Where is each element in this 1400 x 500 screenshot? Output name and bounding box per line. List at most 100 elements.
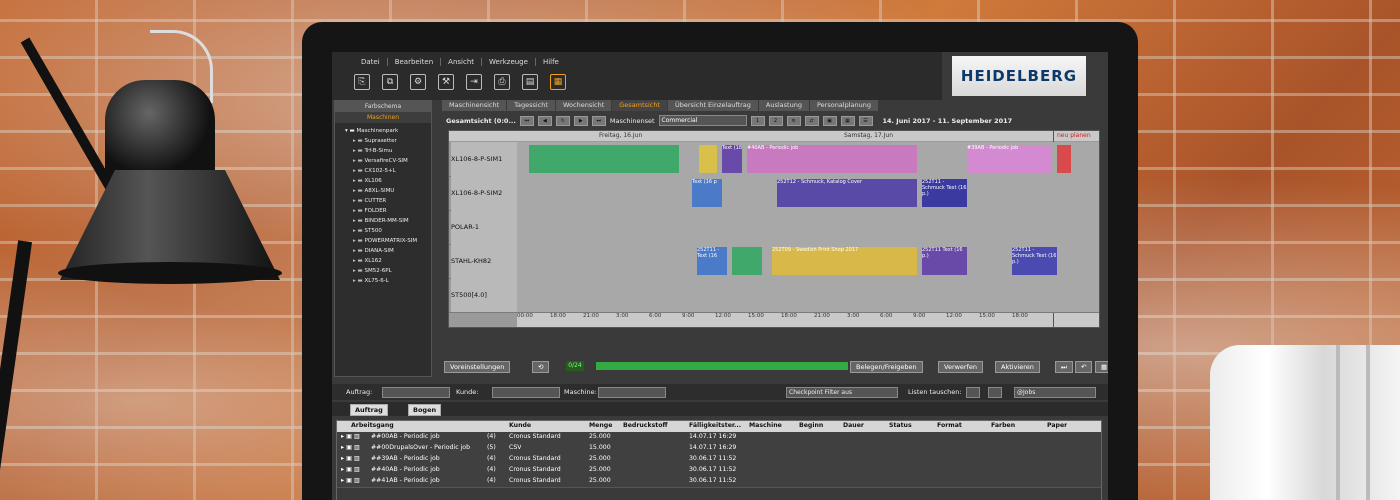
menu-bearbeiten[interactable]: Bearbeiten xyxy=(388,58,442,66)
tree-item-diana-sim[interactable]: DIANA-SIM xyxy=(345,246,431,256)
undo-button[interactable]: ↶ xyxy=(1075,361,1093,373)
job-bar[interactable]: 252T09 - Swedish Print Shop 2017 xyxy=(772,247,917,275)
tree-item-xl75-6-l[interactable]: XL75-6-L xyxy=(345,276,431,286)
job-bar[interactable]: #40AB - Periodic job xyxy=(747,145,917,173)
job-bar[interactable]: #39AB - Periodic job xyxy=(967,145,1052,173)
tab--bersicht-einzelauftrag[interactable]: Übersicht Einzelauftrag xyxy=(668,100,758,111)
maschine-input[interactable] xyxy=(598,387,666,398)
calculator-icon[interactable]: ▦ xyxy=(550,74,566,90)
expand-icon[interactable]: ▸ ▣ ▥ xyxy=(341,466,360,473)
tree-root[interactable]: ▾ ▬ Maschinenpark xyxy=(345,126,431,136)
column-header-11[interactable]: Paper xyxy=(1047,422,1067,429)
job-bar[interactable]: 252T11 Text (16 p.) xyxy=(922,247,967,275)
list-icon[interactable]: ≡ xyxy=(786,115,801,126)
tree-item-powermatrix-sim[interactable]: POWERMATRIX-SIM xyxy=(345,236,431,246)
tree-item-cx102-5+l[interactable]: CX102-5+L xyxy=(345,166,431,176)
tree-item-st500[interactable]: ST500 xyxy=(345,226,431,236)
grid-icon[interactable]: ▦ xyxy=(840,115,855,126)
verwerfen-button[interactable]: Verwerfen xyxy=(938,361,984,373)
tree-item-sm52-6pl[interactable]: SM52-6PL xyxy=(345,266,431,276)
document-icon[interactable]: ▤ xyxy=(522,74,538,90)
network-icon[interactable]: ⇄ xyxy=(804,115,819,126)
swap-list-icon[interactable] xyxy=(966,387,980,398)
tree-item-cutter[interactable]: CUTTER xyxy=(345,196,431,206)
aktivieren-button[interactable]: Aktivieren xyxy=(995,361,1040,373)
checkpoint-filter-select[interactable]: Checkpoint Filter aus xyxy=(786,387,898,398)
jobs-select[interactable]: @Jobs xyxy=(1014,387,1096,398)
menu-hilfe[interactable]: Hilfe xyxy=(536,58,566,66)
tab-maschinensicht[interactable]: Maschinensicht xyxy=(442,100,507,111)
job-bar[interactable] xyxy=(699,145,717,173)
menu-ansicht[interactable]: Ansicht xyxy=(441,58,483,66)
refresh-button[interactable]: ↻ xyxy=(555,115,570,126)
job-bar[interactable] xyxy=(1057,145,1071,173)
tab-wochensicht[interactable]: Wochensicht xyxy=(555,100,612,111)
expand-icon[interactable]: ▸ ▣ ▥ xyxy=(341,444,360,451)
column-header-5[interactable]: Maschine xyxy=(749,422,782,429)
zoom-2-button[interactable]: 2 xyxy=(768,115,783,126)
column-header-3[interactable]: Bedruckstoff xyxy=(623,422,668,429)
voreinstellungen-button[interactable]: Voreinstellungen xyxy=(444,361,511,373)
tab-auslastung[interactable]: Auslastung xyxy=(758,100,809,111)
column-header-0[interactable]: Arbeitsgang xyxy=(351,422,394,429)
menu-werkzeuge[interactable]: Werkzeuge xyxy=(482,58,536,66)
expand-icon[interactable]: ▸ ▣ ▥ xyxy=(341,433,360,440)
tree-item-suprasetter[interactable]: Suprasetter xyxy=(345,136,431,146)
expand-icon[interactable]: ▸ ▣ ▥ xyxy=(341,455,360,462)
tree-item-xl106[interactable]: XL106 xyxy=(345,176,431,186)
new-icon[interactable]: ⎘ xyxy=(354,74,370,90)
column-header-7[interactable]: Dauer xyxy=(843,422,864,429)
tab-personalplanung[interactable]: Personalplanung xyxy=(809,100,878,111)
maschinen-tab[interactable]: Maschinen xyxy=(335,112,431,123)
expand-icon[interactable]: ▸ ▣ ▥ xyxy=(341,477,360,484)
table-row[interactable]: ▸ ▣ ▥ ##41AB - Periodic job (4) Cronus Stan… xyxy=(337,476,1101,488)
tree-item-binder-mm-sim[interactable]: BINDER-MM-SIM xyxy=(345,216,431,226)
job-bar[interactable] xyxy=(732,247,762,275)
sync-button[interactable]: ⟲ xyxy=(532,361,550,373)
print-icon[interactable]: ⎙ xyxy=(494,74,510,90)
tree-item-trf-b-simu[interactable]: Trf-B-Simu xyxy=(345,146,431,156)
machineset-select[interactable]: Commercial xyxy=(658,115,747,126)
tab-tagessicht[interactable]: Tagessicht xyxy=(507,100,555,111)
job-bar[interactable]: 252T11 - Schmuck Text (16 p.) xyxy=(1012,247,1057,275)
tree-item-versafirecv-sim[interactable]: VersafireCV-SIM xyxy=(345,156,431,166)
job-bar[interactable]: 252T11 - Schmuck Text (16 p.) xyxy=(922,179,967,207)
zoom-1-button[interactable]: 1 xyxy=(750,115,765,126)
next-button[interactable]: ▶ xyxy=(573,115,588,126)
job-bar[interactable]: Text (16 p xyxy=(692,179,722,207)
job-bar[interactable]: Text (18 xyxy=(722,145,742,173)
export-icon[interactable]: ⇥ xyxy=(466,74,482,90)
column-header-1[interactable]: Kunde xyxy=(509,422,531,429)
lock-icon[interactable]: ▣ xyxy=(822,115,837,126)
job-bar[interactable] xyxy=(529,145,679,173)
prev-button[interactable]: ◀ xyxy=(537,115,552,126)
column-header-10[interactable]: Farben xyxy=(991,422,1015,429)
copy-icon[interactable]: ⧉ xyxy=(382,74,398,90)
settings-icon[interactable]: ⚒ xyxy=(438,74,454,90)
column-header-4[interactable]: Fälligkeitster... xyxy=(689,422,741,429)
tree-item-xl162[interactable]: XL162 xyxy=(345,256,431,266)
group-bogen-chip[interactable]: Bogen xyxy=(408,404,442,416)
column-header-8[interactable]: Status xyxy=(889,422,912,429)
job-bar[interactable]: 252T11 - Text (16 xyxy=(697,247,727,275)
tree-item-folder[interactable]: FOLDER xyxy=(345,206,431,216)
skip-button[interactable]: ⏭ xyxy=(1055,361,1073,373)
swap-list2-icon[interactable] xyxy=(988,387,1002,398)
last-button[interactable]: ⏭ xyxy=(591,115,606,126)
tree-item-a8xl-simu[interactable]: A8XL-SIMU xyxy=(345,186,431,196)
group-auftrag-chip[interactable]: Auftrag xyxy=(350,404,388,416)
tab-gesamtsicht[interactable]: Gesamtsicht xyxy=(612,100,667,111)
table-icon[interactable]: ▦ xyxy=(1095,361,1108,373)
belegen-freigeben-button[interactable]: Belegen/Freigeben xyxy=(850,361,923,373)
column-header-2[interactable]: Menge xyxy=(589,422,612,429)
first-button[interactable]: ⏮ xyxy=(519,115,534,126)
auftrag-input[interactable] xyxy=(382,387,450,398)
properties-icon[interactable]: ⚙ xyxy=(410,74,426,90)
menu-datei[interactable]: Datei xyxy=(354,58,388,66)
column-header-9[interactable]: Format xyxy=(937,422,962,429)
farbschema-tab[interactable]: Farbschema xyxy=(335,101,431,112)
kunde-input[interactable] xyxy=(492,387,560,398)
job-bar[interactable]: 252T12 - Schmuck, Katalog Cover xyxy=(777,179,917,207)
column-header-6[interactable]: Beginn xyxy=(799,422,823,429)
lines-icon[interactable]: ☰ xyxy=(858,115,873,126)
